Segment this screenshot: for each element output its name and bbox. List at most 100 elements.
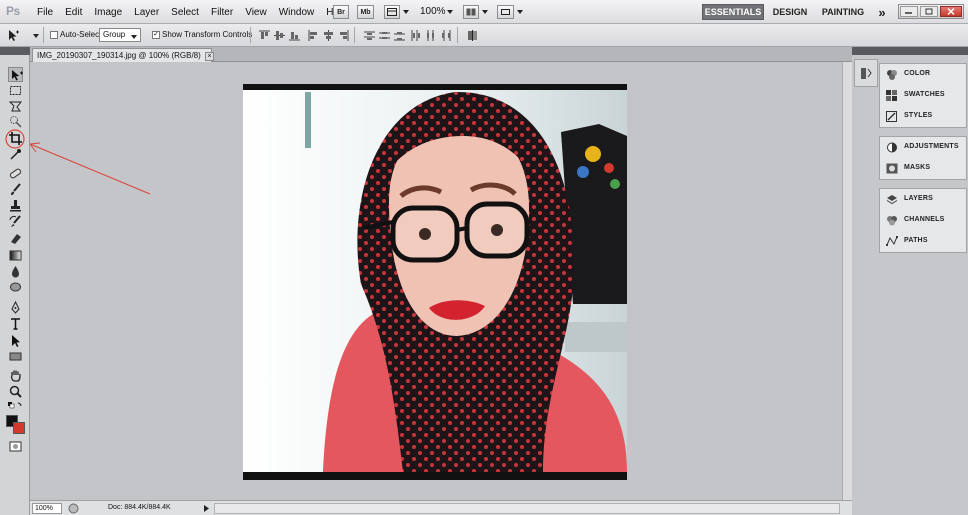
arrange-dropdown-icon[interactable]: [482, 10, 488, 14]
history-brush-tool-button[interactable]: [8, 214, 23, 229]
lasso-icon: [8, 101, 23, 112]
show-transform-controls-checkbox[interactable]: ✓: [152, 31, 160, 39]
eyedropper-tool-button[interactable]: [8, 147, 23, 162]
layers-panel-label: LAYERS: [904, 195, 933, 202]
horizontal-scrollbar[interactable]: [214, 503, 840, 514]
align-top-edges-icon[interactable]: [259, 30, 270, 41]
zoom-tool-button[interactable]: [8, 384, 23, 399]
launch-minibridge-button[interactable]: Mb: [357, 5, 374, 19]
align-right-edges-icon[interactable]: [338, 30, 349, 41]
auto-select-checkbox[interactable]: [50, 31, 58, 39]
rectangle-shape-tool-button[interactable]: [8, 349, 23, 364]
auto-select-target-select[interactable]: Group: [99, 28, 141, 42]
quick-mask-button[interactable]: [8, 439, 23, 454]
adjustments-panel-group: ADJUSTMENTS MASKS: [879, 136, 967, 180]
distribute-vertical-centers-icon[interactable]: [379, 30, 390, 41]
close-window-button[interactable]: [940, 6, 962, 17]
view-extras-button[interactable]: [384, 5, 400, 19]
status-menu-arrow-icon[interactable]: [202, 504, 211, 513]
healing-brush-icon: [9, 168, 22, 179]
swatches-panel-tab[interactable]: SWATCHES: [880, 85, 966, 106]
workspace-painting[interactable]: PAINTING: [818, 4, 868, 20]
blur-drop-icon: [12, 266, 19, 278]
distribute-left-edges-icon[interactable]: [410, 30, 421, 41]
gradient-icon: [9, 250, 22, 261]
more-workspaces-button[interactable]: »: [873, 4, 891, 20]
screen-mode-dropdown-icon[interactable]: [517, 10, 523, 14]
history-panel-icon[interactable]: [860, 67, 873, 80]
restore-button[interactable]: [920, 6, 938, 17]
workspace-design[interactable]: DESIGN: [770, 4, 810, 20]
status-zoom-field[interactable]: 100%: [32, 503, 62, 514]
dodge-tool-button[interactable]: [8, 280, 23, 295]
options-bar: Auto-Select: Group ✓ Show Transform Cont…: [0, 24, 968, 47]
status-bar: 100% Doc: 884.4K/884.4K: [30, 500, 852, 515]
rectangular-marquee-tool-button[interactable]: [8, 83, 23, 98]
menu-bar: Ps File Edit Image Layer Select Filter V…: [0, 0, 968, 24]
quick-selection-tool-button[interactable]: [8, 114, 23, 129]
close-icon: [947, 7, 955, 16]
align-bottom-edges-icon[interactable]: [289, 30, 300, 41]
workspace-essentials[interactable]: ESSENTIALS: [702, 4, 764, 20]
crop-tool-button[interactable]: [8, 131, 23, 146]
layers-panel-tab[interactable]: LAYERS: [880, 189, 966, 210]
channels-panel-tab[interactable]: CHANNELS: [880, 210, 966, 231]
channels-icon: [887, 216, 897, 226]
status-info-icon[interactable]: [68, 503, 79, 514]
vertical-scrollbar[interactable]: [842, 62, 852, 500]
menu-select[interactable]: Select: [171, 7, 199, 18]
arrange-documents-button[interactable]: [463, 5, 479, 19]
spot-healing-brush-tool-button[interactable]: [8, 166, 23, 181]
clone-stamp-tool-button[interactable]: [8, 198, 23, 213]
gradient-tool-button[interactable]: [8, 248, 23, 263]
minimize-button[interactable]: [900, 6, 918, 17]
default-colors-button[interactable]: [8, 401, 23, 411]
hand-tool-button[interactable]: [8, 368, 23, 383]
portrait-photo-illustration: [243, 84, 627, 480]
type-tool-button[interactable]: [8, 316, 23, 331]
panel-dock-header[interactable]: [852, 47, 968, 55]
document-tab[interactable]: IMG_20190307_190314.jpg @ 100% (RGB/8) ×: [32, 48, 214, 62]
eraser-tool-button[interactable]: [8, 231, 23, 246]
menu-edit[interactable]: Edit: [65, 7, 82, 18]
move-tool-preset-icon[interactable]: [6, 29, 20, 42]
zoom-level[interactable]: 100%: [420, 6, 446, 17]
distribute-horizontal-centers-icon[interactable]: [425, 30, 436, 41]
align-left-edges-icon[interactable]: [308, 30, 319, 41]
menu-image[interactable]: Image: [94, 7, 122, 18]
menu-layer[interactable]: Layer: [134, 7, 159, 18]
launch-bridge-button[interactable]: Br: [333, 5, 349, 19]
menu-file[interactable]: File: [37, 7, 53, 18]
distribute-right-edges-icon[interactable]: [440, 30, 451, 41]
close-tab-icon[interactable]: ×: [205, 52, 214, 61]
distribute-top-edges-icon[interactable]: [364, 30, 375, 41]
brush-icon: [11, 183, 21, 195]
menu-view[interactable]: View: [245, 7, 267, 18]
adjustments-panel-tab[interactable]: ADJUSTMENTS: [880, 137, 966, 158]
align-horizontal-centers-icon[interactable]: [323, 30, 334, 41]
menu-filter[interactable]: Filter: [211, 7, 233, 18]
view-extras-dropdown-icon[interactable]: [403, 10, 409, 14]
auto-align-layers-icon[interactable]: [467, 30, 478, 41]
blur-tool-button[interactable]: [8, 264, 23, 279]
screen-mode-button[interactable]: [497, 5, 514, 19]
color-panel-tab[interactable]: COLOR: [880, 64, 966, 85]
move-tool-button[interactable]: [8, 67, 23, 82]
distribute-bottom-edges-icon[interactable]: [394, 30, 405, 41]
lasso-tool-button[interactable]: [8, 99, 23, 114]
menu-window[interactable]: Window: [279, 7, 315, 18]
brush-tool-button[interactable]: [8, 182, 23, 197]
masks-panel-tab[interactable]: MASKS: [880, 158, 966, 179]
document-canvas[interactable]: [30, 62, 842, 500]
pen-tool-button[interactable]: [8, 300, 23, 315]
path-selection-tool-button[interactable]: [8, 333, 23, 348]
align-vertical-centers-icon[interactable]: [274, 30, 285, 41]
tool-preset-dropdown-icon[interactable]: [33, 34, 39, 38]
tools-panel-header[interactable]: [0, 47, 30, 55]
pen-icon: [11, 300, 20, 314]
background-color-swatch[interactable]: [13, 422, 25, 434]
styles-panel-tab[interactable]: STYLES: [880, 106, 966, 127]
default-colors-icon: [8, 402, 22, 409]
zoom-dropdown-icon[interactable]: [447, 10, 453, 14]
paths-panel-tab[interactable]: PATHS: [880, 231, 966, 252]
